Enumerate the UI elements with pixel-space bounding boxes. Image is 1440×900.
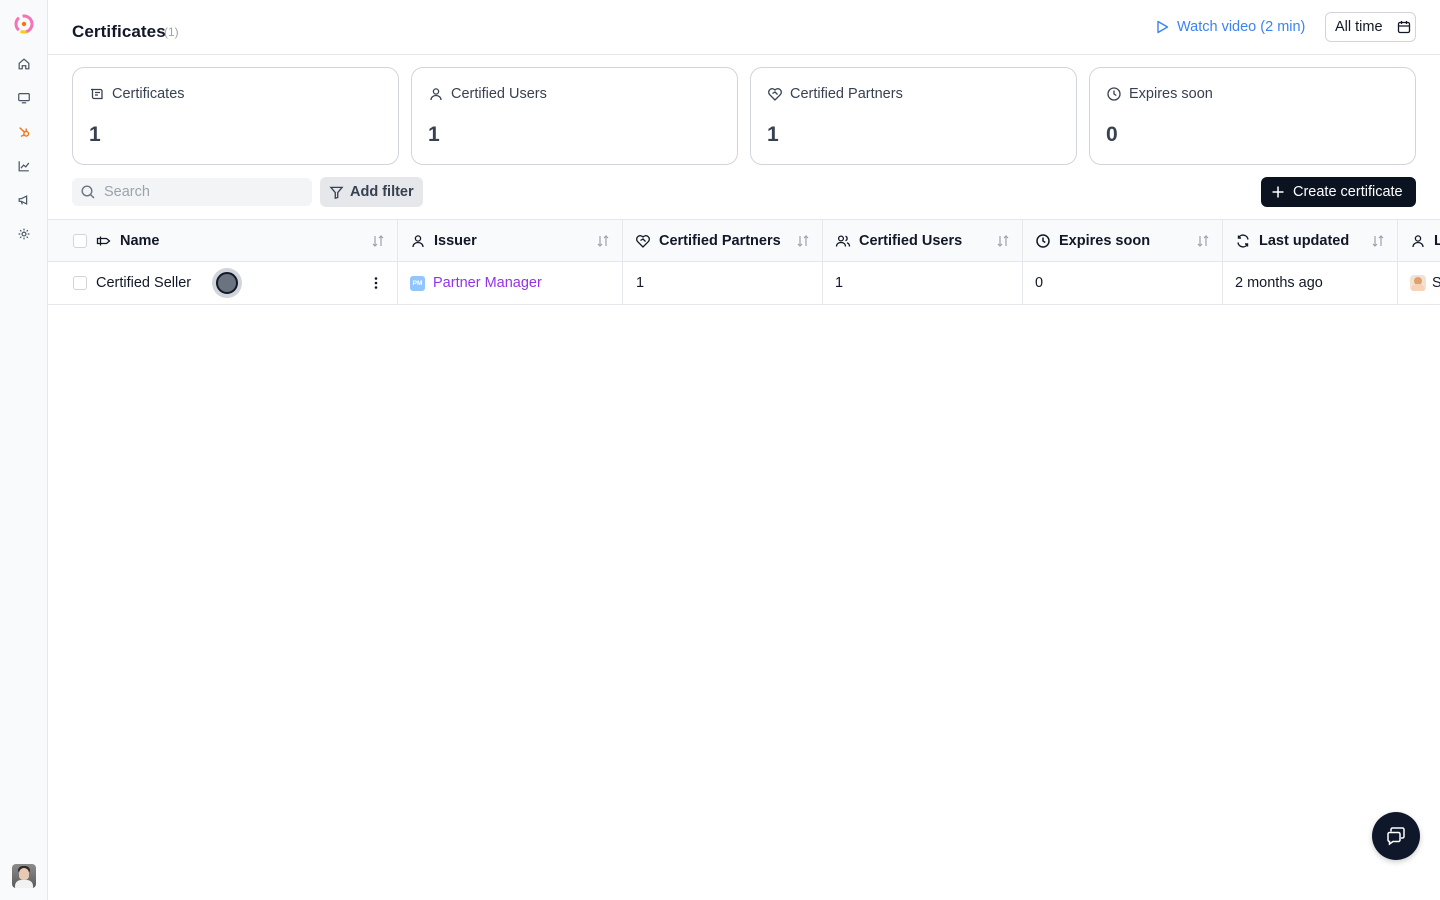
user-icon [412,234,424,247]
clock-icon [1036,233,1050,248]
column-label: Issuer [434,232,477,249]
row-checkbox[interactable] [73,276,87,290]
stat-label: Certified Users [451,86,547,102]
cell-last-updated: 2 months ago [1223,262,1398,304]
column-header-expires-soon: Expires soon [1023,220,1223,261]
stat-value: 1 [89,123,101,146]
plus-icon [1272,186,1284,198]
handshake-heart-icon [768,88,782,101]
search-box[interactable] [72,178,312,206]
home-icon[interactable] [14,54,34,74]
column-header-certified-users: Certified Users [823,220,1023,261]
issuer-link[interactable]: Partner Manager [433,275,542,291]
watch-video-label: Watch video (2 min) [1177,19,1306,35]
cell-issuer: PM Partner Manager [398,262,623,304]
column-header-truncated: L [1398,220,1440,261]
column-header-name: Name [48,220,398,261]
sort-icon[interactable] [596,234,610,248]
app-logo-icon[interactable] [12,12,36,36]
table-header: Name Issuer Certified Partners Certified… [48,219,1440,262]
last-updated-value: 2 months ago [1235,275,1323,291]
stat-label: Certified Partners [790,86,903,102]
monitor-icon[interactable] [14,88,34,108]
select-all-checkbox[interactable] [73,233,87,248]
cell-expires-soon: 0 [1023,262,1223,304]
time-range-button[interactable]: All time [1325,12,1416,42]
hubspot-icon[interactable] [14,122,34,142]
stat-label: Certificates [112,86,185,102]
column-label: Certified Partners [659,232,781,249]
page-header: Certificates (1) Watch video (2 min) All… [48,0,1440,55]
certificate-name-link[interactable]: Certified Seller [96,275,191,291]
user-avatar[interactable] [12,864,36,888]
stat-value: 0 [1106,123,1118,146]
page-count: (1) [164,25,179,39]
table-row[interactable]: Certified Seller PM Partner Manager 1 1 … [48,262,1440,305]
stat-card-certificates: Certificates 1 [72,67,399,165]
play-icon [1157,20,1169,34]
column-label: Expires soon [1059,232,1151,249]
users-icon [835,234,851,247]
certificate-icon [91,88,103,100]
sort-icon[interactable] [371,234,385,248]
column-label: Name [120,232,160,249]
user-icon [1412,234,1424,247]
column-header-issuer: Issuer [398,220,623,261]
add-filter-button[interactable]: Add filter [320,177,423,207]
stat-value: 1 [428,123,440,146]
settings-icon[interactable] [14,224,34,244]
expires-soon-value: 0 [1035,275,1044,291]
create-certificate-label: Create certificate [1293,184,1403,200]
sort-icon[interactable] [1196,234,1210,248]
stat-card-expires-soon: Expires soon 0 [1089,67,1416,165]
column-label: Last updated [1259,232,1350,249]
handshake-heart-icon [636,234,650,248]
user-name-truncated: S [1432,275,1440,291]
user-icon [430,88,442,101]
watch-video-link[interactable]: Watch video (2 min) [1156,17,1305,37]
issuer-logo: PM [410,275,425,291]
more-options-icon[interactable] [368,275,384,291]
column-header-last-updated: Last updated [1223,220,1398,261]
column-header-certified-partners: Certified Partners [623,220,823,261]
calendar-icon [1397,21,1410,34]
cell-name: Certified Seller [48,262,398,304]
user-avatar-small [1410,275,1426,291]
stat-card-certified-users: Certified Users 1 [411,67,738,165]
sort-icon[interactable] [796,234,810,248]
sort-icon[interactable] [1371,234,1385,248]
label-tag-icon [96,236,111,245]
stat-value: 1 [767,123,779,146]
stat-label: Expires soon [1129,86,1213,102]
cell-certified-users: 1 [823,262,1023,304]
column-label: Certified Users [859,232,963,249]
sidebar [0,0,48,900]
cell-certified-partners: 1 [623,262,823,304]
page-title: Certificates [72,22,166,41]
refresh-icon [1237,233,1249,248]
time-range-label: All time [1335,19,1383,35]
chart-icon[interactable] [14,156,34,176]
stat-card-certified-partners: Certified Partners 1 [750,67,1077,165]
certified-partners-value: 1 [636,275,645,291]
filter-icon [329,186,344,199]
app-root: Certificates (1) Watch video (2 min) All… [0,0,1440,900]
cell-truncated: S [1398,262,1440,304]
column-label: L [1434,232,1440,249]
search-input[interactable] [104,184,294,200]
chat-launcher-button[interactable] [1372,812,1420,860]
chat-icon [1387,827,1405,846]
certified-users-value: 1 [835,275,844,291]
sort-icon[interactable] [996,234,1010,248]
create-certificate-button[interactable]: Create certificate [1261,177,1416,207]
search-icon [81,185,95,199]
add-filter-label: Add filter [350,184,414,200]
megaphone-icon[interactable] [14,190,34,210]
row-status-toggle[interactable] [212,268,242,298]
clock-icon [1107,87,1121,101]
